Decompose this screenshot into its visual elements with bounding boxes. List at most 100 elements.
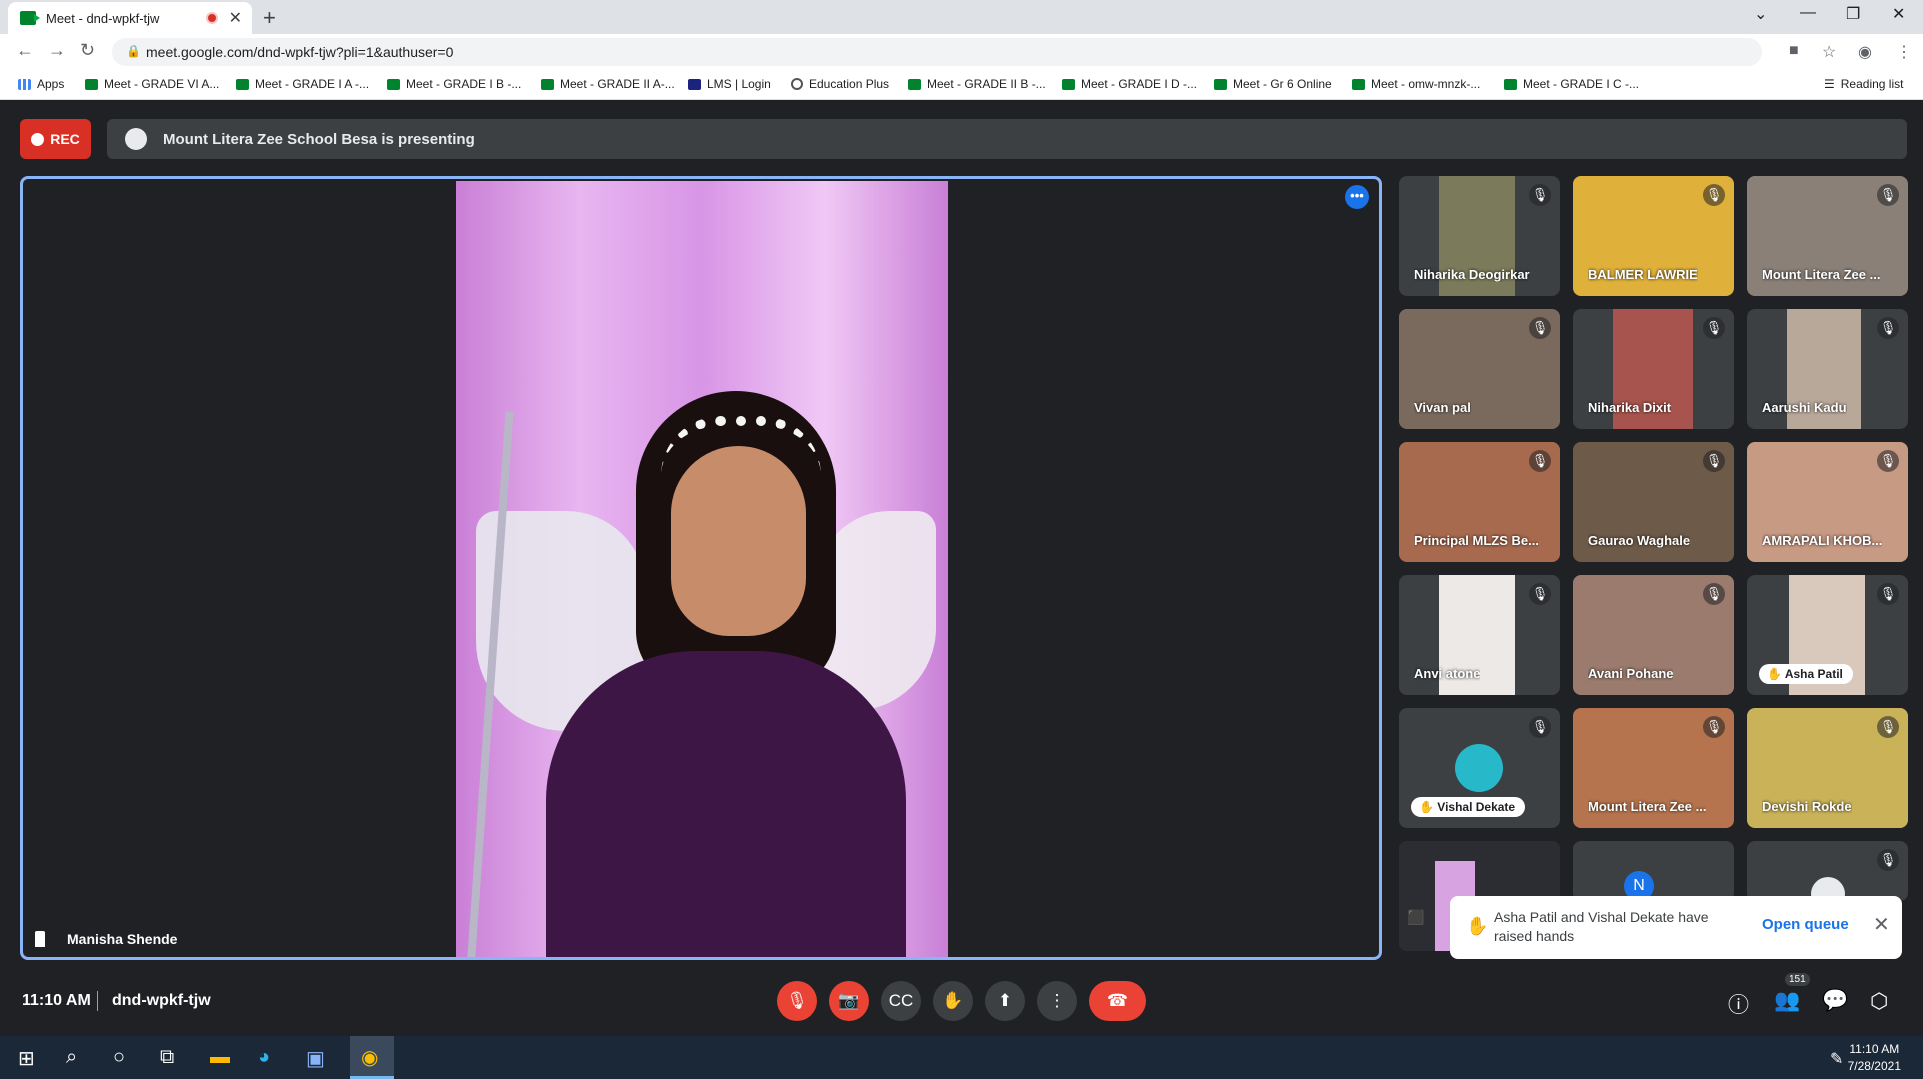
chat-icon[interactable]: 💬 xyxy=(1822,989,1848,1013)
bookmarks-bar: Apps Meet - GRADE VI A... Meet - GRADE I… xyxy=(0,70,1923,100)
bookmark-item[interactable]: Meet - GRADE VI A... xyxy=(85,77,219,91)
participant-tile[interactable]: 🎙 Niharika Dixit xyxy=(1573,309,1734,429)
close-window-button[interactable]: ✕ xyxy=(1892,4,1905,24)
participant-tile[interactable]: 🎙 Vivan pal xyxy=(1399,309,1560,429)
camera-icon[interactable]: ■ xyxy=(1789,42,1799,60)
windows-start-icon[interactable]: ⊞ xyxy=(18,1046,35,1071)
participant-tile[interactable]: 🎙 Niharika Deogirkar xyxy=(1399,176,1560,296)
mic-off-icon: 🎙 xyxy=(1703,450,1725,472)
meet-icon xyxy=(541,78,554,90)
pin-icon xyxy=(35,931,45,947)
participant-tile[interactable]: 🎙 Mount Litera Zee ... xyxy=(1747,176,1908,296)
recording-button[interactable]: REC xyxy=(20,119,91,159)
search-icon[interactable]: ⌕ xyxy=(66,1046,77,1069)
people-count-badge: 151 xyxy=(1785,973,1810,986)
app-icon[interactable]: ▣ xyxy=(306,1046,325,1071)
tab-close-button[interactable]: ✕ xyxy=(229,8,242,28)
file-explorer-icon[interactable]: ▬ xyxy=(210,1046,230,1069)
tab-search-icon[interactable]: ⌄ xyxy=(1754,4,1767,24)
main-speaker-tile[interactable]: ••• Manisha Shende xyxy=(20,176,1382,960)
avatar xyxy=(1455,744,1503,792)
mic-off-icon: 🎙 xyxy=(1703,184,1725,206)
notification-text: Asha Patil and Vishal Dekate have raised… xyxy=(1494,909,1709,944)
present-button[interactable]: ⬆ xyxy=(985,981,1025,1021)
bookmark-item[interactable]: Meet - GRADE I A -... xyxy=(236,77,369,91)
captions-button[interactable]: CC xyxy=(881,981,921,1021)
more-options-button[interactable]: ⋮ xyxy=(1037,981,1077,1021)
bookmark-item[interactable]: Meet - GRADE II A-... xyxy=(541,77,675,91)
back-arrow-icon[interactable]: ← xyxy=(16,40,34,61)
star-icon[interactable]: ☆ xyxy=(1822,42,1836,62)
apps-grid-icon xyxy=(18,78,31,90)
tab-meet[interactable]: Meet - dnd-wpkf-tjw ✕ xyxy=(8,2,252,34)
camera-toggle-button[interactable]: 📷 xyxy=(829,981,869,1021)
participant-tile[interactable]: 🎙 ✋ Vishal Dekate xyxy=(1399,708,1560,828)
participant-grid: 🎙 Niharika Deogirkar 🎙 BALMER LAWRIE 🎙 M… xyxy=(1399,176,1909,966)
minimize-button[interactable]: — xyxy=(1800,4,1816,22)
address-bar-row: ← → ↻ 🔒 meet.google.com/dnd-wpkf-tjw?pli… xyxy=(0,34,1923,70)
participant-tile[interactable]: N xyxy=(1573,841,1734,901)
participant-tile[interactable]: 🎙 Aarushi Kadu xyxy=(1747,309,1908,429)
bookmark-item[interactable]: Meet - GRADE I C -... xyxy=(1504,77,1639,91)
pen-icon[interactable]: ✎ xyxy=(1830,1049,1843,1069)
meet-icon xyxy=(1352,78,1365,90)
participant-name: Aarushi Kadu xyxy=(1762,400,1847,415)
participant-name: Mount Litera Zee ... xyxy=(1588,799,1707,814)
more-options-icon[interactable]: ••• xyxy=(1345,185,1369,209)
edge-icon[interactable]: ◕ xyxy=(258,1046,270,1069)
bookmark-item[interactable]: Meet - Gr 6 Online xyxy=(1214,77,1332,91)
menu-icon[interactable]: ⋮ xyxy=(1896,42,1912,62)
participant-name: Niharika Dixit xyxy=(1588,400,1672,415)
participant-tile[interactable]: 🎙 Mount Litera Zee ... xyxy=(1573,708,1734,828)
reload-icon[interactable]: ↻ xyxy=(80,40,95,61)
bookmark-apps[interactable]: Apps xyxy=(18,77,64,91)
participant-tile[interactable]: 🎙 Avani Pohane xyxy=(1573,575,1734,695)
bookmark-item[interactable]: Meet - omw-mnzk-... xyxy=(1352,77,1480,91)
info-icon[interactable]: ⓘ xyxy=(1728,989,1749,1019)
chrome-taskbar-button[interactable]: ◉ xyxy=(350,1036,394,1079)
participant-tile[interactable]: 🎙 Devishi Rokde xyxy=(1747,708,1908,828)
recording-indicator-icon xyxy=(206,12,218,24)
close-icon[interactable]: ✕ xyxy=(1873,912,1890,937)
url-input[interactable]: 🔒 meet.google.com/dnd-wpkf-tjw?pli=1&aut… xyxy=(112,38,1762,66)
participant-tile[interactable]: 🎙 Anvi atone xyxy=(1399,575,1560,695)
people-icon[interactable]: 👥 xyxy=(1774,989,1800,1013)
participant-tile[interactable]: 🎙 Gaurao Waghale xyxy=(1573,442,1734,562)
participant-name: Gaurao Waghale xyxy=(1588,533,1691,548)
task-view-icon[interactable]: ⧉ xyxy=(160,1046,174,1069)
bookmark-item[interactable]: Education Plus xyxy=(791,77,889,91)
participant-tile[interactable]: 🎙 AMRAPALI KHOB... xyxy=(1747,442,1908,562)
mic-off-icon: 🎙 xyxy=(1877,716,1899,738)
forward-arrow-icon[interactable]: → xyxy=(48,40,66,61)
leave-call-button[interactable]: ☎ xyxy=(1089,981,1146,1021)
participant-tile[interactable]: 🎙 Principal MLZS Be... xyxy=(1399,442,1560,562)
reading-list-icon: ☰ xyxy=(1824,77,1835,91)
restore-button[interactable]: ❐ xyxy=(1846,4,1860,24)
open-queue-button[interactable]: Open queue xyxy=(1762,916,1849,933)
meet-window: REC Mount Litera Zee School Besa is pres… xyxy=(0,101,1923,1036)
bookmark-item[interactable]: Meet - GRADE I B -... xyxy=(387,77,521,91)
mic-off-icon: 🎙 xyxy=(1529,716,1551,738)
speaker-video xyxy=(456,181,948,957)
bookmark-item[interactable]: Meet - GRADE I D -... xyxy=(1062,77,1197,91)
cortana-icon[interactable]: ○ xyxy=(113,1046,125,1069)
profile-icon[interactable]: ◉ xyxy=(1858,42,1872,62)
mic-off-icon: 🎙 xyxy=(1877,849,1899,871)
mic-off-icon: 🎙 xyxy=(1529,184,1551,206)
system-clock[interactable]: 11:10 AM 7/28/2021 xyxy=(1848,1041,1901,1075)
reading-list-button[interactable]: ☰ Reading list xyxy=(1824,77,1903,91)
mic-off-icon: 🎙 xyxy=(1877,317,1899,339)
presenting-banner: Mount Litera Zee School Besa is presenti… xyxy=(107,119,1907,159)
new-tab-button[interactable]: + xyxy=(263,5,276,31)
bookmark-item[interactable]: LMS | Login xyxy=(688,77,771,91)
mic-toggle-button[interactable]: 🎙 xyxy=(777,981,817,1021)
mic-off-icon: 🎙 xyxy=(1703,317,1725,339)
bookmark-item[interactable]: Meet - GRADE II B -... xyxy=(908,77,1046,91)
participant-name: Principal MLZS Be... xyxy=(1414,533,1539,548)
participant-tile[interactable]: 🎙 xyxy=(1747,841,1908,901)
activities-icon[interactable]: ⬡ xyxy=(1870,989,1888,1014)
raise-hand-button[interactable]: ✋ xyxy=(933,981,973,1021)
participant-tile[interactable]: 🎙 ✋ Asha Patil xyxy=(1747,575,1908,695)
raised-hand-badge: ✋ Asha Patil xyxy=(1759,664,1853,684)
participant-tile[interactable]: 🎙 BALMER LAWRIE xyxy=(1573,176,1734,296)
